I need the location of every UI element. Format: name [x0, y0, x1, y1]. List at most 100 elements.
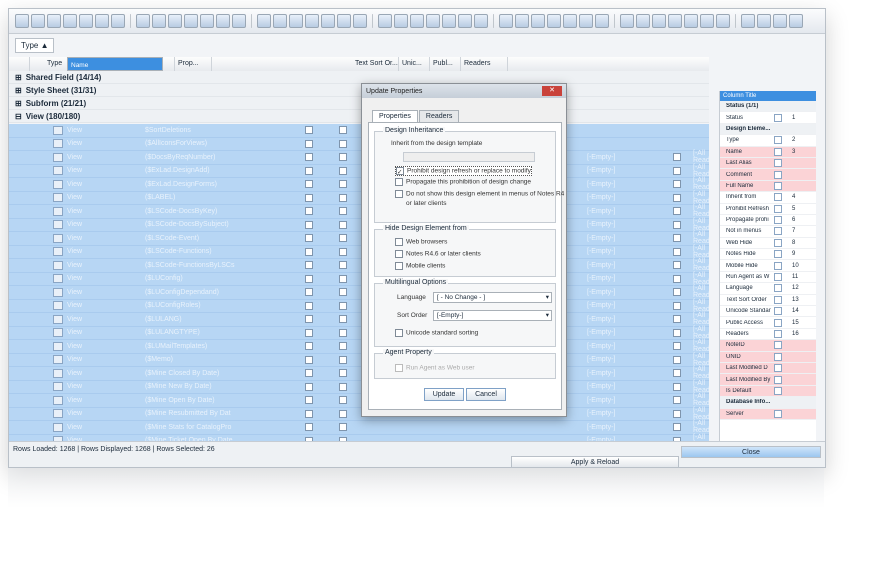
row-checkbox[interactable]	[305, 180, 313, 189]
toolbar-button-icon[interactable]	[289, 14, 303, 28]
group-row[interactable]: ⊞ Style Sheet (31/31)	[9, 84, 709, 97]
column-option[interactable]: Text Sort Order 13	[720, 295, 816, 307]
toolbar-button-icon[interactable]	[31, 14, 45, 28]
column-visible-checkbox[interactable]	[774, 159, 782, 168]
column-category[interactable]: Status (1/1)	[720, 101, 816, 113]
table-row[interactable]: View ($Mine New By Date) [-Empty-] [-All Re…	[9, 380, 709, 394]
column-option[interactable]: Run Agent as W 11	[720, 272, 816, 284]
row-checkbox[interactable]	[339, 139, 347, 148]
toolbar-button-icon[interactable]	[620, 14, 634, 28]
toolbar-button-icon[interactable]	[531, 14, 545, 28]
column-visible-checkbox[interactable]	[774, 261, 782, 270]
table-row[interactable]: View ($LUConfigDependand) [-Empty-] [-All R…	[9, 285, 709, 300]
row-checkbox[interactable]	[673, 301, 681, 310]
row-checkbox[interactable]	[339, 369, 347, 378]
row-checkbox[interactable]	[339, 234, 347, 243]
expand-icon[interactable]: ⊞	[15, 99, 22, 108]
column-visible-checkbox[interactable]	[774, 147, 782, 156]
column-header[interactable]: Unic...	[399, 57, 430, 71]
row-checkbox[interactable]	[339, 207, 347, 216]
toolbar-button-icon[interactable]	[232, 14, 246, 28]
row-checkbox[interactable]	[673, 220, 681, 229]
table-row[interactable]: View ($LSCode-DocsByKey) [-Empty-] [-All Re…	[9, 204, 709, 219]
column-header[interactable]: Readers	[461, 57, 508, 71]
column-option[interactable]: Web Hide 8	[720, 238, 816, 250]
toolbar-button-icon[interactable]	[152, 14, 166, 28]
row-checkbox[interactable]	[673, 396, 681, 405]
row-checkbox[interactable]	[305, 261, 313, 270]
column-visible-checkbox[interactable]	[774, 181, 782, 190]
column-option[interactable]: Name 3	[720, 146, 816, 158]
propagate-checkbox[interactable]	[395, 178, 403, 186]
table-row[interactable]: View ($Mine Resubmitted By Dat [-Empty-] [-…	[9, 407, 709, 421]
hide-menus-option[interactable]: Do not show this design element in menus…	[395, 190, 564, 198]
toolbar-button-icon[interactable]	[789, 14, 803, 28]
toolbar-button-icon[interactable]	[394, 14, 408, 28]
column-visible-checkbox[interactable]	[774, 386, 782, 395]
toolbar-button-icon[interactable]	[636, 14, 650, 28]
row-checkbox[interactable]	[673, 193, 681, 202]
column-header[interactable]: Text Sort Or...	[352, 57, 399, 71]
row-checkbox[interactable]	[305, 382, 313, 391]
row-checkbox[interactable]	[305, 247, 313, 256]
table-row[interactable]: View ($LSCode-FunctionsByLSCs [-Empty-] [-A…	[9, 258, 709, 273]
row-checkbox[interactable]	[305, 220, 313, 229]
toolbar-button-icon[interactable]	[378, 14, 392, 28]
table-row[interactable]: View ($LUMailTemplates) [-Empty-] [-All Rea…	[9, 339, 709, 354]
row-checkbox[interactable]	[339, 220, 347, 229]
column-option[interactable]: Prohibit Refresh 5	[720, 204, 816, 215]
table-row[interactable]: View ($ExLad.DesignAdd) [-Empty-] [-All Rea…	[9, 164, 709, 178]
row-checkbox[interactable]	[305, 369, 313, 378]
row-checkbox[interactable]	[305, 234, 313, 243]
toolbar-button-icon[interactable]	[63, 14, 77, 28]
column-visible-checkbox[interactable]	[774, 330, 782, 338]
row-checkbox[interactable]	[305, 342, 313, 351]
table-row[interactable]: View ($Mine Stats for CatalogPro [-Empty-]…	[9, 420, 709, 435]
row-checkbox[interactable]	[305, 301, 313, 310]
column-option[interactable]: Language 12	[720, 283, 816, 295]
row-checkbox[interactable]	[339, 180, 347, 189]
table-row[interactable]: View ($LUConfigRoles) [-Empty-] [-All Reade…	[9, 299, 709, 313]
toolbar-button-icon[interactable]	[15, 14, 29, 28]
expand-icon[interactable]: ⊞	[15, 73, 22, 82]
hide-menus-checkbox[interactable]	[395, 190, 403, 198]
column-visible-checkbox[interactable]	[774, 364, 782, 373]
propagate-option[interactable]: Propagate this prohibition of design cha…	[395, 178, 531, 186]
table-row[interactable]: View $SortDeletions	[9, 124, 709, 138]
toolbar-button-icon[interactable]	[716, 14, 730, 28]
column-visible-checkbox[interactable]	[774, 227, 782, 236]
table-row[interactable]: View ($LULANG) [-Empty-] [-All Readers	[9, 312, 709, 327]
toolbar-button-icon[interactable]	[652, 14, 666, 28]
column-visible-checkbox[interactable]	[774, 273, 782, 282]
row-checkbox[interactable]	[673, 328, 681, 337]
column-option[interactable]: Full Name	[720, 180, 816, 193]
column-option[interactable]: Propagate prohi 6	[720, 215, 816, 227]
row-checkbox[interactable]	[339, 355, 347, 364]
apply-reload-button[interactable]: Apply & Reload	[511, 456, 679, 467]
toolbar-button-icon[interactable]	[757, 14, 771, 28]
column-option[interactable]: Server	[720, 408, 816, 420]
row-checkbox[interactable]	[673, 234, 681, 243]
expand-icon[interactable]: ⊞	[15, 86, 22, 95]
row-checkbox[interactable]	[305, 423, 313, 432]
row-checkbox[interactable]	[339, 396, 347, 405]
group-by-type-chip[interactable]: Type ▲	[15, 37, 55, 53]
column-visible-checkbox[interactable]	[774, 113, 782, 122]
row-checkbox[interactable]	[305, 274, 313, 283]
tab-properties[interactable]: Properties	[372, 110, 418, 122]
row-checkbox[interactable]	[673, 274, 681, 283]
web-browsers-option[interactable]: Web browsers	[395, 238, 447, 246]
toolbar-button-icon[interactable]	[257, 14, 271, 28]
toolbar-button-icon[interactable]	[547, 14, 561, 28]
toolbar-button-icon[interactable]	[458, 14, 472, 28]
row-checkbox[interactable]	[673, 342, 681, 351]
prohibit-refresh-checkbox[interactable]: ✓	[396, 167, 404, 176]
notes-clients-checkbox[interactable]	[395, 250, 403, 258]
column-visible-checkbox[interactable]	[774, 318, 782, 327]
row-checkbox[interactable]	[673, 288, 681, 297]
column-option[interactable]: Public Access 15	[720, 317, 816, 329]
row-checkbox[interactable]	[673, 369, 681, 378]
toolbar-button-icon[interactable]	[95, 14, 109, 28]
row-checkbox[interactable]	[673, 153, 681, 162]
group-row[interactable]: ⊞ Shared Field (14/14)	[9, 71, 709, 84]
